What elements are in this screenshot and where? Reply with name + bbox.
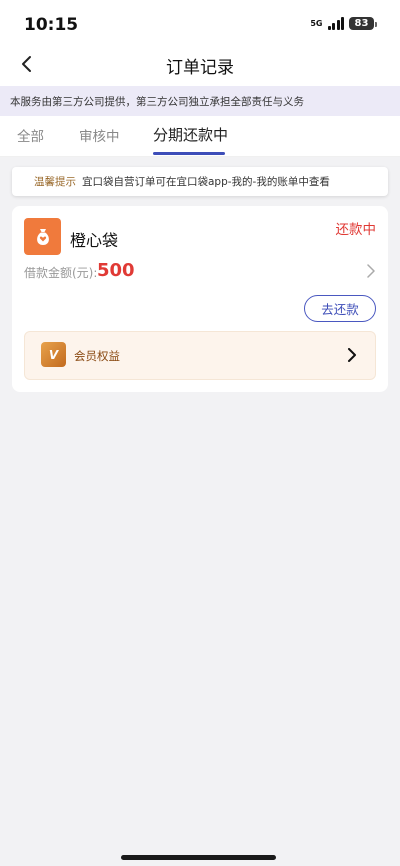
- chevron-right-icon: [348, 348, 356, 362]
- tip-text: 宜口袋自营订单可在宜口袋app-我的-我的账单中查看: [82, 176, 330, 188]
- nav-bar: 订单记录: [0, 52, 400, 86]
- tab-reviewing[interactable]: 审核中: [79, 125, 120, 145]
- status-indicators: 5G 83: [310, 17, 377, 30]
- signal-icon: [327, 17, 344, 30]
- top-area: 10:15 5G 83 订单记录 本服务由第三方公司提供，第三方公司独立承担全部…: [0, 0, 400, 157]
- status-bar: 10:15 5G 83: [0, 0, 400, 52]
- tab-all[interactable]: 全部: [17, 125, 44, 145]
- vip-benefits-row[interactable]: V 会员权益: [24, 331, 376, 380]
- status-time: 10:15: [24, 15, 79, 35]
- vip-label: 会员权益: [74, 349, 120, 363]
- order-status: 还款中: [335, 222, 377, 238]
- home-indicator[interactable]: [121, 855, 276, 860]
- vip-icon: V: [41, 342, 66, 367]
- amount-label: 借款金额(元):: [24, 266, 98, 280]
- notice-text: 本服务由第三方公司提供，第三方公司独立承担全部责任与义务: [10, 95, 304, 108]
- notice-banner: 本服务由第三方公司提供，第三方公司独立承担全部责任与义务: [0, 86, 400, 116]
- product-logo: [24, 218, 61, 255]
- tab-bar: 全部 审核中 分期还款中: [0, 116, 400, 157]
- product-name: 橙心袋: [70, 231, 119, 250]
- repay-button[interactable]: 去还款: [304, 295, 376, 322]
- amount-value: 500: [97, 260, 135, 281]
- tab-installment-repaying[interactable]: 分期还款中: [153, 124, 228, 145]
- money-bag-icon: [36, 228, 49, 245]
- tip-bar: 温馨提示 宜口袋自营订单可在宜口袋app-我的-我的账单中查看: [12, 167, 388, 196]
- network-label: 5G: [310, 18, 323, 28]
- page-title: 订单记录: [166, 58, 234, 78]
- order-card[interactable]: 橙心袋 还款中 借款金额(元): 500 去还款 V 会员权益: [12, 206, 388, 392]
- battery-icon: 83: [349, 17, 377, 30]
- tip-label: 温馨提示: [34, 176, 76, 188]
- tab-indicator: [153, 152, 225, 155]
- chevron-right-icon[interactable]: [366, 264, 376, 278]
